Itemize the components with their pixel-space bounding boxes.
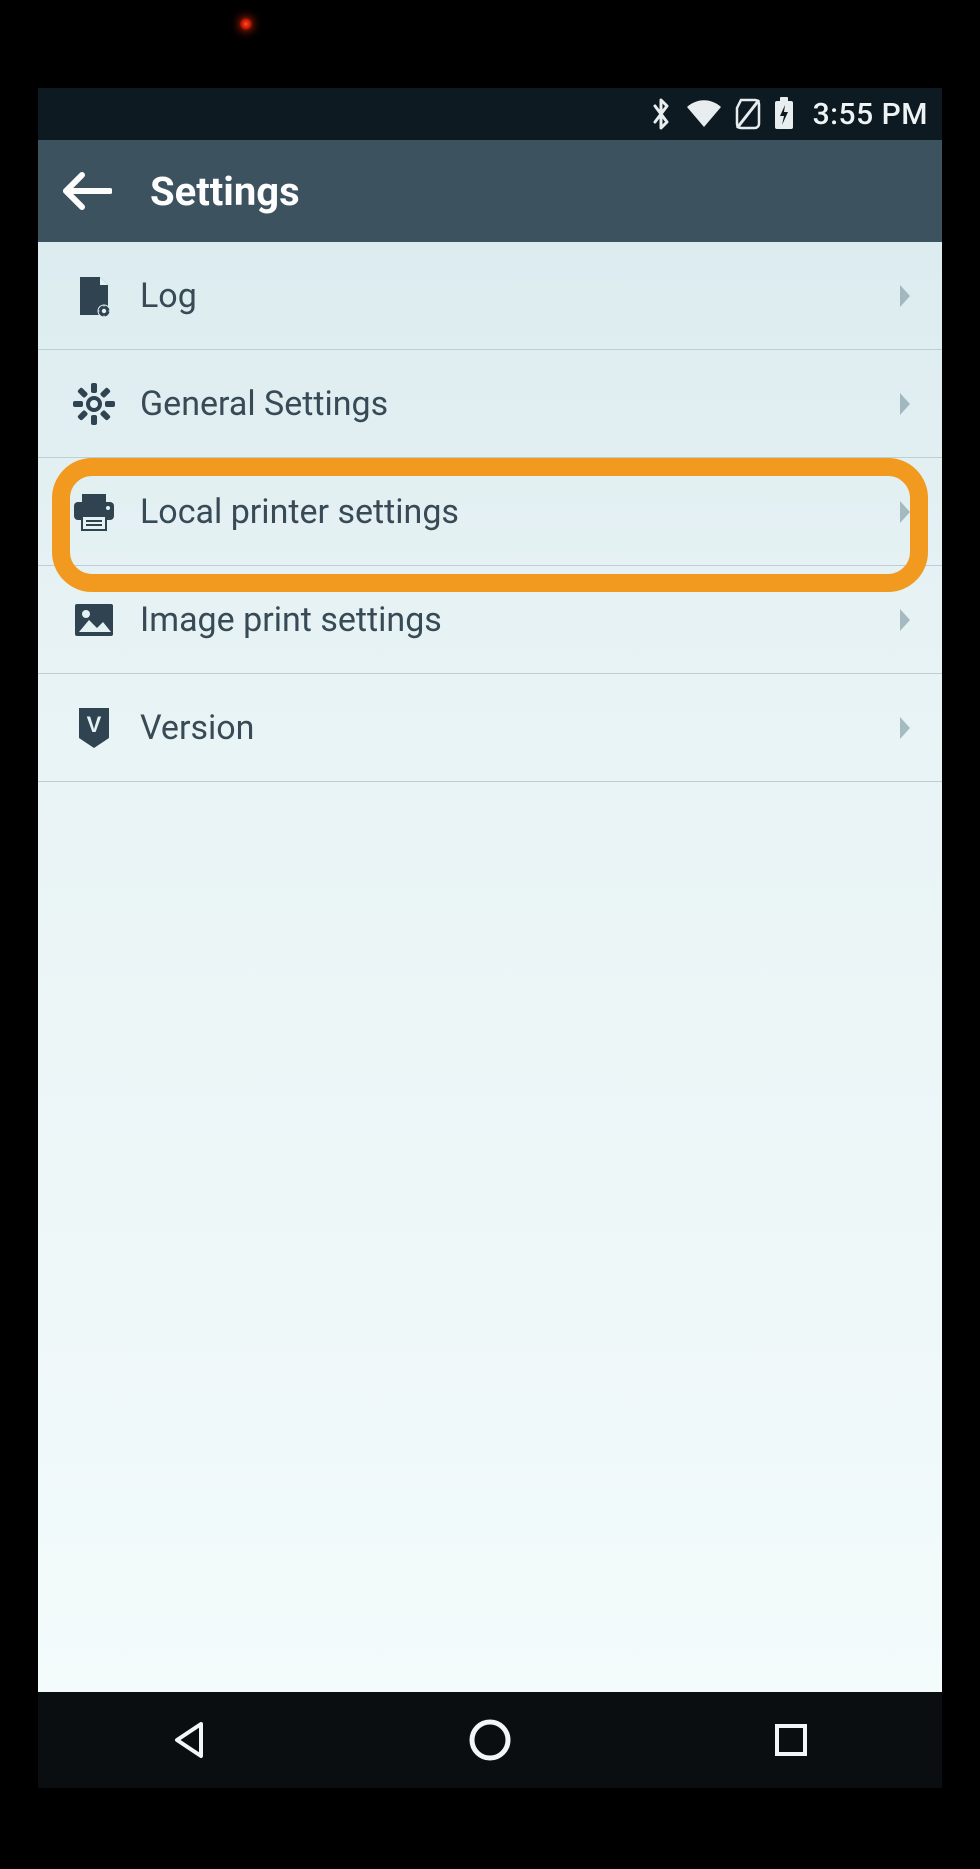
chevron-right-icon xyxy=(896,715,914,741)
list-item-label: Image print settings xyxy=(140,600,872,640)
chevron-right-icon xyxy=(896,499,914,525)
notification-led xyxy=(240,18,252,30)
gear-icon xyxy=(72,383,116,425)
no-sim-icon xyxy=(735,98,761,130)
printer-icon xyxy=(72,492,116,532)
nav-home-button[interactable] xyxy=(430,1705,550,1775)
list-item-local-printer-settings[interactable]: Local printer settings xyxy=(38,458,942,566)
page-title: Settings xyxy=(150,168,300,215)
log-icon xyxy=(72,275,116,317)
chevron-right-icon xyxy=(896,607,914,633)
list-item-general-settings[interactable]: General Settings xyxy=(38,350,942,458)
chevron-right-icon xyxy=(896,283,914,309)
list-item-label: General Settings xyxy=(140,384,872,424)
status-time: 3:55 PM xyxy=(813,97,928,132)
app-bar: Settings xyxy=(38,140,942,242)
nav-back-button[interactable] xyxy=(129,1705,249,1775)
image-icon xyxy=(72,602,116,638)
list-item-version[interactable]: V Version xyxy=(38,674,942,782)
device-screen: 3:55 PM Settings xyxy=(38,88,942,1788)
version-icon: V xyxy=(72,706,116,750)
list-item-label: Version xyxy=(140,708,872,748)
list-item-log[interactable]: Log xyxy=(38,242,942,350)
list-item-label: Log xyxy=(140,276,872,316)
list-item-label: Local printer settings xyxy=(140,492,872,532)
back-button[interactable] xyxy=(60,171,112,211)
navigation-bar xyxy=(38,1692,942,1788)
bluetooth-icon xyxy=(649,97,673,131)
status-bar: 3:55 PM xyxy=(38,88,942,140)
settings-list: Log xyxy=(38,242,942,1692)
chevron-right-icon xyxy=(896,391,914,417)
nav-recent-button[interactable] xyxy=(731,1705,851,1775)
svg-text:V: V xyxy=(87,712,102,737)
battery-charging-icon xyxy=(773,97,795,131)
wifi-icon xyxy=(685,99,723,129)
list-item-image-print-settings[interactable]: Image print settings xyxy=(38,566,942,674)
